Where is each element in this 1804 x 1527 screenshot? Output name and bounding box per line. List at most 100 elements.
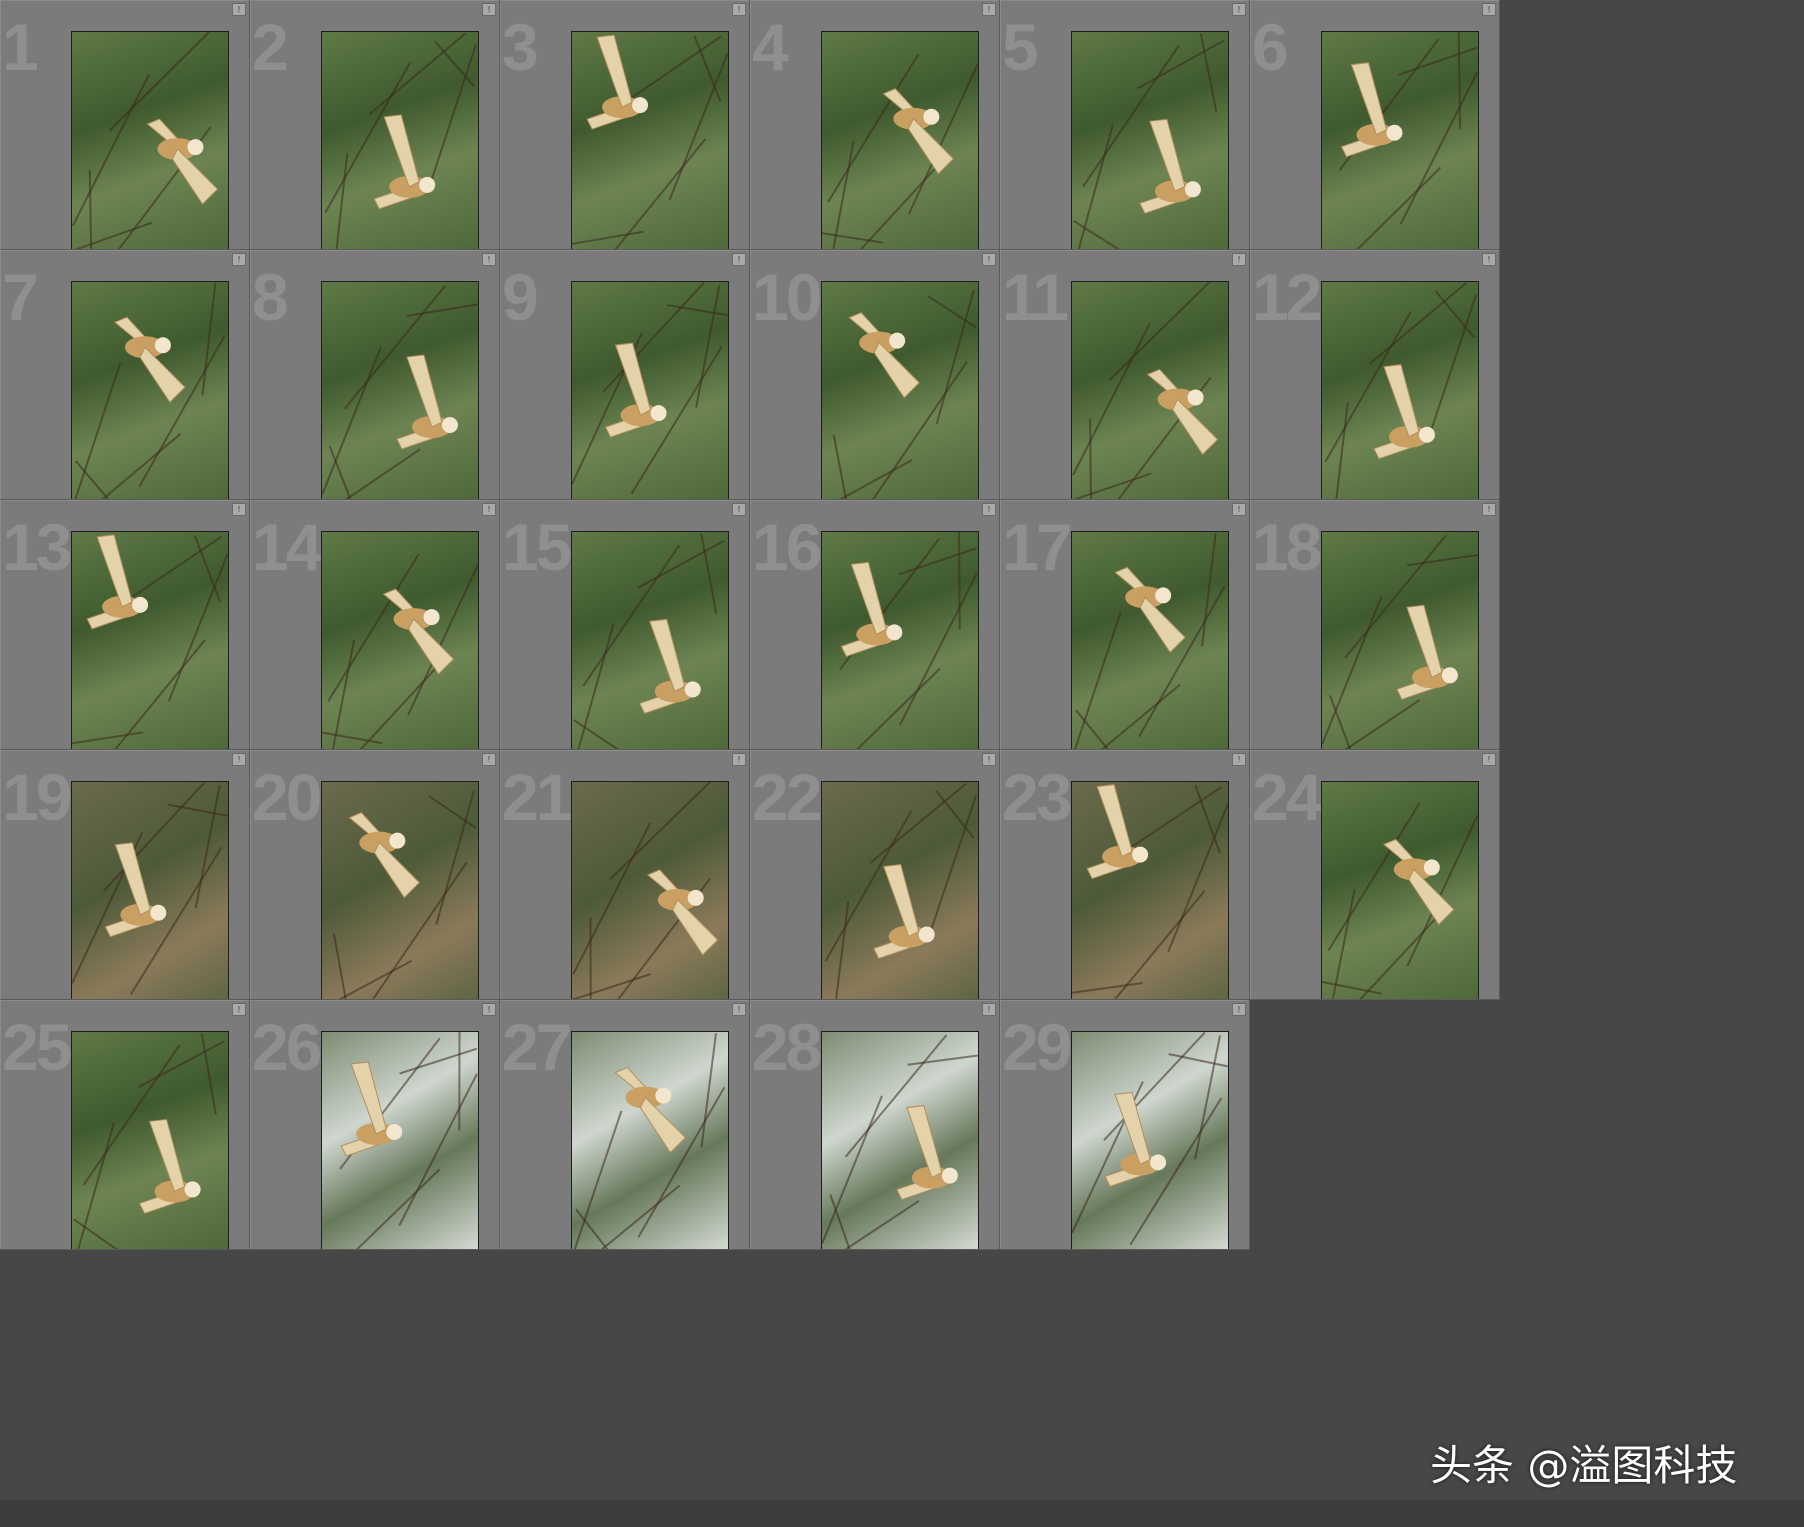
cell-index: 16 xyxy=(752,510,822,584)
photo-thumbnail[interactable] xyxy=(1071,1031,1229,1249)
thumbnail-cell[interactable]: 25! xyxy=(0,1000,250,1250)
thumbnail-cell[interactable]: 4! xyxy=(750,0,1000,250)
thumbnail-cell[interactable]: 9! xyxy=(500,250,750,500)
info-badge-icon[interactable]: ! xyxy=(1482,3,1496,16)
photo-thumbnail[interactable] xyxy=(1321,781,1479,999)
thumbnail-cell[interactable]: 19! xyxy=(0,750,250,1000)
empty-cell xyxy=(1250,1000,1500,1250)
thumbnail-cell[interactable]: 27! xyxy=(500,1000,750,1250)
info-badge-icon[interactable]: ! xyxy=(732,503,746,516)
thumbnail-cell[interactable]: 29! xyxy=(1000,1000,1250,1250)
cell-index: 11 xyxy=(1002,260,1069,334)
info-badge-icon[interactable]: ! xyxy=(1232,1003,1246,1016)
info-badge-icon[interactable]: ! xyxy=(1482,253,1496,266)
photo-thumbnail[interactable] xyxy=(1071,31,1229,249)
info-badge-icon[interactable]: ! xyxy=(1482,753,1496,766)
info-badge-icon[interactable]: ! xyxy=(1232,253,1246,266)
thumbnail-cell[interactable]: 12! xyxy=(1250,250,1500,500)
photo-thumbnail[interactable] xyxy=(321,531,479,749)
thumbnail-cell[interactable]: 10! xyxy=(750,250,1000,500)
info-badge-icon[interactable]: ! xyxy=(982,3,996,16)
photo-thumbnail[interactable] xyxy=(821,1031,979,1249)
thumbnail-cell[interactable]: 21! xyxy=(500,750,750,1000)
thumbnail-cell[interactable]: 11! xyxy=(1000,250,1250,500)
info-badge-icon[interactable]: ! xyxy=(732,3,746,16)
empty-cell xyxy=(750,1250,1000,1500)
photo-thumbnail[interactable] xyxy=(821,31,979,249)
thumbnail-cell[interactable]: 2! xyxy=(250,0,500,250)
watermark: 头条 @溢图科技 xyxy=(1430,1441,1738,1490)
info-badge-icon[interactable]: ! xyxy=(982,503,996,516)
photo-thumbnail[interactable] xyxy=(321,31,479,249)
photo-thumbnail[interactable] xyxy=(71,31,229,249)
cell-index: 22 xyxy=(752,760,822,834)
info-badge-icon[interactable]: ! xyxy=(1232,753,1246,766)
thumbnail-cell[interactable]: 18! xyxy=(1250,500,1500,750)
thumbnail-cell[interactable]: 14! xyxy=(250,500,500,750)
photo-thumbnail[interactable] xyxy=(1321,531,1479,749)
thumbnail-cell[interactable]: 28! xyxy=(750,1000,1000,1250)
photo-thumbnail[interactable] xyxy=(821,531,979,749)
info-badge-icon[interactable]: ! xyxy=(732,253,746,266)
photo-thumbnail[interactable] xyxy=(571,531,729,749)
info-badge-icon[interactable]: ! xyxy=(232,1003,246,1016)
thumbnail-cell[interactable]: 1! xyxy=(0,0,250,250)
cell-index: 1 xyxy=(2,10,39,84)
info-badge-icon[interactable]: ! xyxy=(1232,3,1246,16)
info-badge-icon[interactable]: ! xyxy=(1232,503,1246,516)
photo-thumbnail[interactable] xyxy=(71,531,229,749)
photo-thumbnail[interactable] xyxy=(321,1031,479,1249)
photo-thumbnail[interactable] xyxy=(71,1031,229,1249)
cell-index: 20 xyxy=(252,760,322,834)
photo-thumbnail[interactable] xyxy=(71,781,229,999)
thumbnail-cell[interactable]: 26! xyxy=(250,1000,500,1250)
info-badge-icon[interactable]: ! xyxy=(732,753,746,766)
photo-thumbnail[interactable] xyxy=(571,781,729,999)
thumbnail-cell[interactable]: 24! xyxy=(1250,750,1500,1000)
photo-thumbnail[interactable] xyxy=(321,781,479,999)
info-badge-icon[interactable]: ! xyxy=(482,3,496,16)
thumbnail-cell[interactable]: 3! xyxy=(500,0,750,250)
photo-thumbnail[interactable] xyxy=(821,781,979,999)
info-badge-icon[interactable]: ! xyxy=(482,1003,496,1016)
cell-index: 8 xyxy=(252,260,289,334)
photo-thumbnail[interactable] xyxy=(1071,531,1229,749)
photo-thumbnail[interactable] xyxy=(1321,31,1479,249)
photo-thumbnail[interactable] xyxy=(821,281,979,499)
cell-index: 23 xyxy=(1002,760,1072,834)
photo-thumbnail[interactable] xyxy=(321,281,479,499)
cell-index: 14 xyxy=(252,510,322,584)
thumbnail-cell[interactable]: 8! xyxy=(250,250,500,500)
info-badge-icon[interactable]: ! xyxy=(982,1003,996,1016)
photo-thumbnail[interactable] xyxy=(1071,281,1229,499)
info-badge-icon[interactable]: ! xyxy=(982,753,996,766)
thumbnail-cell[interactable]: 22! xyxy=(750,750,1000,1000)
info-badge-icon[interactable]: ! xyxy=(482,503,496,516)
thumbnail-cell[interactable]: 13! xyxy=(0,500,250,750)
photo-thumbnail[interactable] xyxy=(571,1031,729,1249)
info-badge-icon[interactable]: ! xyxy=(482,253,496,266)
thumbnail-cell[interactable]: 6! xyxy=(1250,0,1500,250)
thumbnail-cell[interactable]: 20! xyxy=(250,750,500,1000)
photo-thumbnail[interactable] xyxy=(1321,281,1479,499)
info-badge-icon[interactable]: ! xyxy=(732,1003,746,1016)
thumbnail-cell[interactable]: 7! xyxy=(0,250,250,500)
cell-index: 6 xyxy=(1252,10,1289,84)
thumbnail-cell[interactable]: 5! xyxy=(1000,0,1250,250)
info-badge-icon[interactable]: ! xyxy=(232,503,246,516)
info-badge-icon[interactable]: ! xyxy=(1482,503,1496,516)
info-badge-icon[interactable]: ! xyxy=(232,3,246,16)
photo-thumbnail[interactable] xyxy=(71,281,229,499)
thumbnail-cell[interactable]: 17! xyxy=(1000,500,1250,750)
photo-thumbnail[interactable] xyxy=(1071,781,1229,999)
thumbnail-cell[interactable]: 23! xyxy=(1000,750,1250,1000)
photo-thumbnail[interactable] xyxy=(571,281,729,499)
info-badge-icon[interactable]: ! xyxy=(982,253,996,266)
info-badge-icon[interactable]: ! xyxy=(232,753,246,766)
photo-thumbnail[interactable] xyxy=(571,31,729,249)
thumbnail-cell[interactable]: 15! xyxy=(500,500,750,750)
thumbnail-cell[interactable]: 16! xyxy=(750,500,1000,750)
info-badge-icon[interactable]: ! xyxy=(232,253,246,266)
cell-index: 12 xyxy=(1252,260,1322,334)
info-badge-icon[interactable]: ! xyxy=(482,753,496,766)
